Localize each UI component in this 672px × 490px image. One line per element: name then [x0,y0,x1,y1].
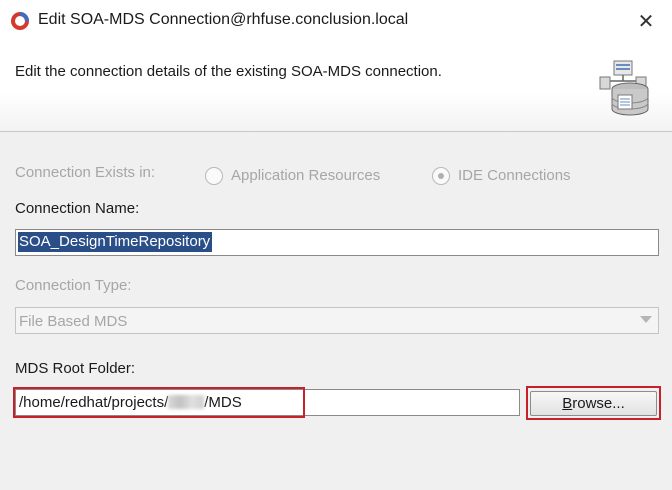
highlight-folder-path [13,387,305,418]
app-logo-icon [11,12,29,30]
radio-ide-connections [432,167,450,185]
connection-type-label: Connection Type: [15,277,132,294]
chevron-down-icon [640,316,652,323]
database-connection-icon [599,60,649,116]
title-bar: Edit SOA-MDS Connection@rhfuse.conclusio… [0,0,672,42]
radio-application-resources [205,167,223,185]
radio-application-resources-label: Application Resources [231,167,381,184]
close-button[interactable]: ✕ [628,6,664,36]
close-icon: ✕ [637,10,655,33]
connection-type-value: File Based MDS [19,313,128,330]
window-title: Edit SOA-MDS Connection@rhfuse.conclusio… [38,11,409,28]
dialog-header: Edit the connection details of the exist… [0,42,672,132]
connection-name-label: Connection Name: [15,200,140,217]
connection-name-value: SOA_DesignTimeRepository [18,232,213,252]
connection-type-dropdown: File Based MDS [15,307,659,334]
mds-root-folder-label: MDS Root Folder: [15,360,136,377]
connection-exists-label: Connection Exists in: [15,164,156,181]
connection-name-input[interactable]: SOA_DesignTimeRepository [15,229,659,256]
header-description: Edit the connection details of the exist… [15,63,442,80]
highlight-browse-button [526,386,661,420]
radio-ide-connections-label: IDE Connections [458,167,571,184]
